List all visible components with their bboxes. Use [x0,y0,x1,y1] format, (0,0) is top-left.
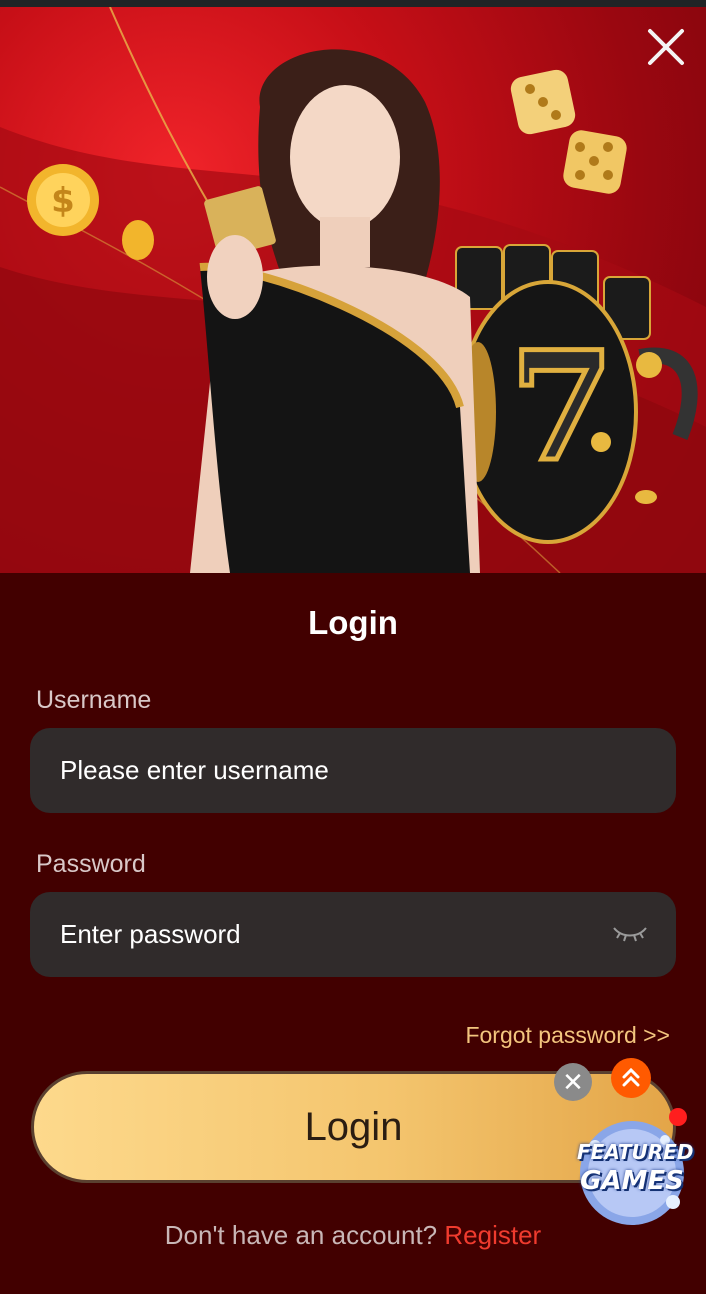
banner-artwork: $ 7 [0,7,706,573]
double-chevron-up-icon [622,1067,640,1087]
scroll-up-button[interactable] [611,1058,651,1098]
username-label: Username [36,686,152,714]
dice-icon [510,69,627,194]
username-field-wrap [30,728,676,813]
login-title: Login [308,604,398,641]
password-label: Password [36,850,146,878]
notification-dot [669,1108,687,1126]
forgot-password-link[interactable]: Forgot password >> [465,1022,670,1049]
password-input[interactable] [30,892,676,977]
username-input[interactable] [30,728,676,813]
promo-banner: $ 7 [0,7,706,573]
close-icon [648,29,684,65]
status-bar-strip [0,0,706,7]
password-field-wrap [30,892,676,977]
featured-close-button[interactable]: ✕ [554,1063,592,1101]
featured-games-button[interactable]: FEATURED GAMES [577,1118,694,1228]
no-account-text: Don't have an account? [164,1220,438,1250]
model-figure [190,49,480,573]
svg-text:$: $ [51,181,75,221]
featured-games-line1: FEATURED [577,1140,694,1164]
close-button[interactable] [644,25,688,69]
svg-text:7: 7 [510,319,614,495]
register-link[interactable]: Register [444,1220,541,1250]
featured-games-line2: GAMES [580,1166,684,1196]
eye-closed-icon[interactable] [612,922,648,946]
